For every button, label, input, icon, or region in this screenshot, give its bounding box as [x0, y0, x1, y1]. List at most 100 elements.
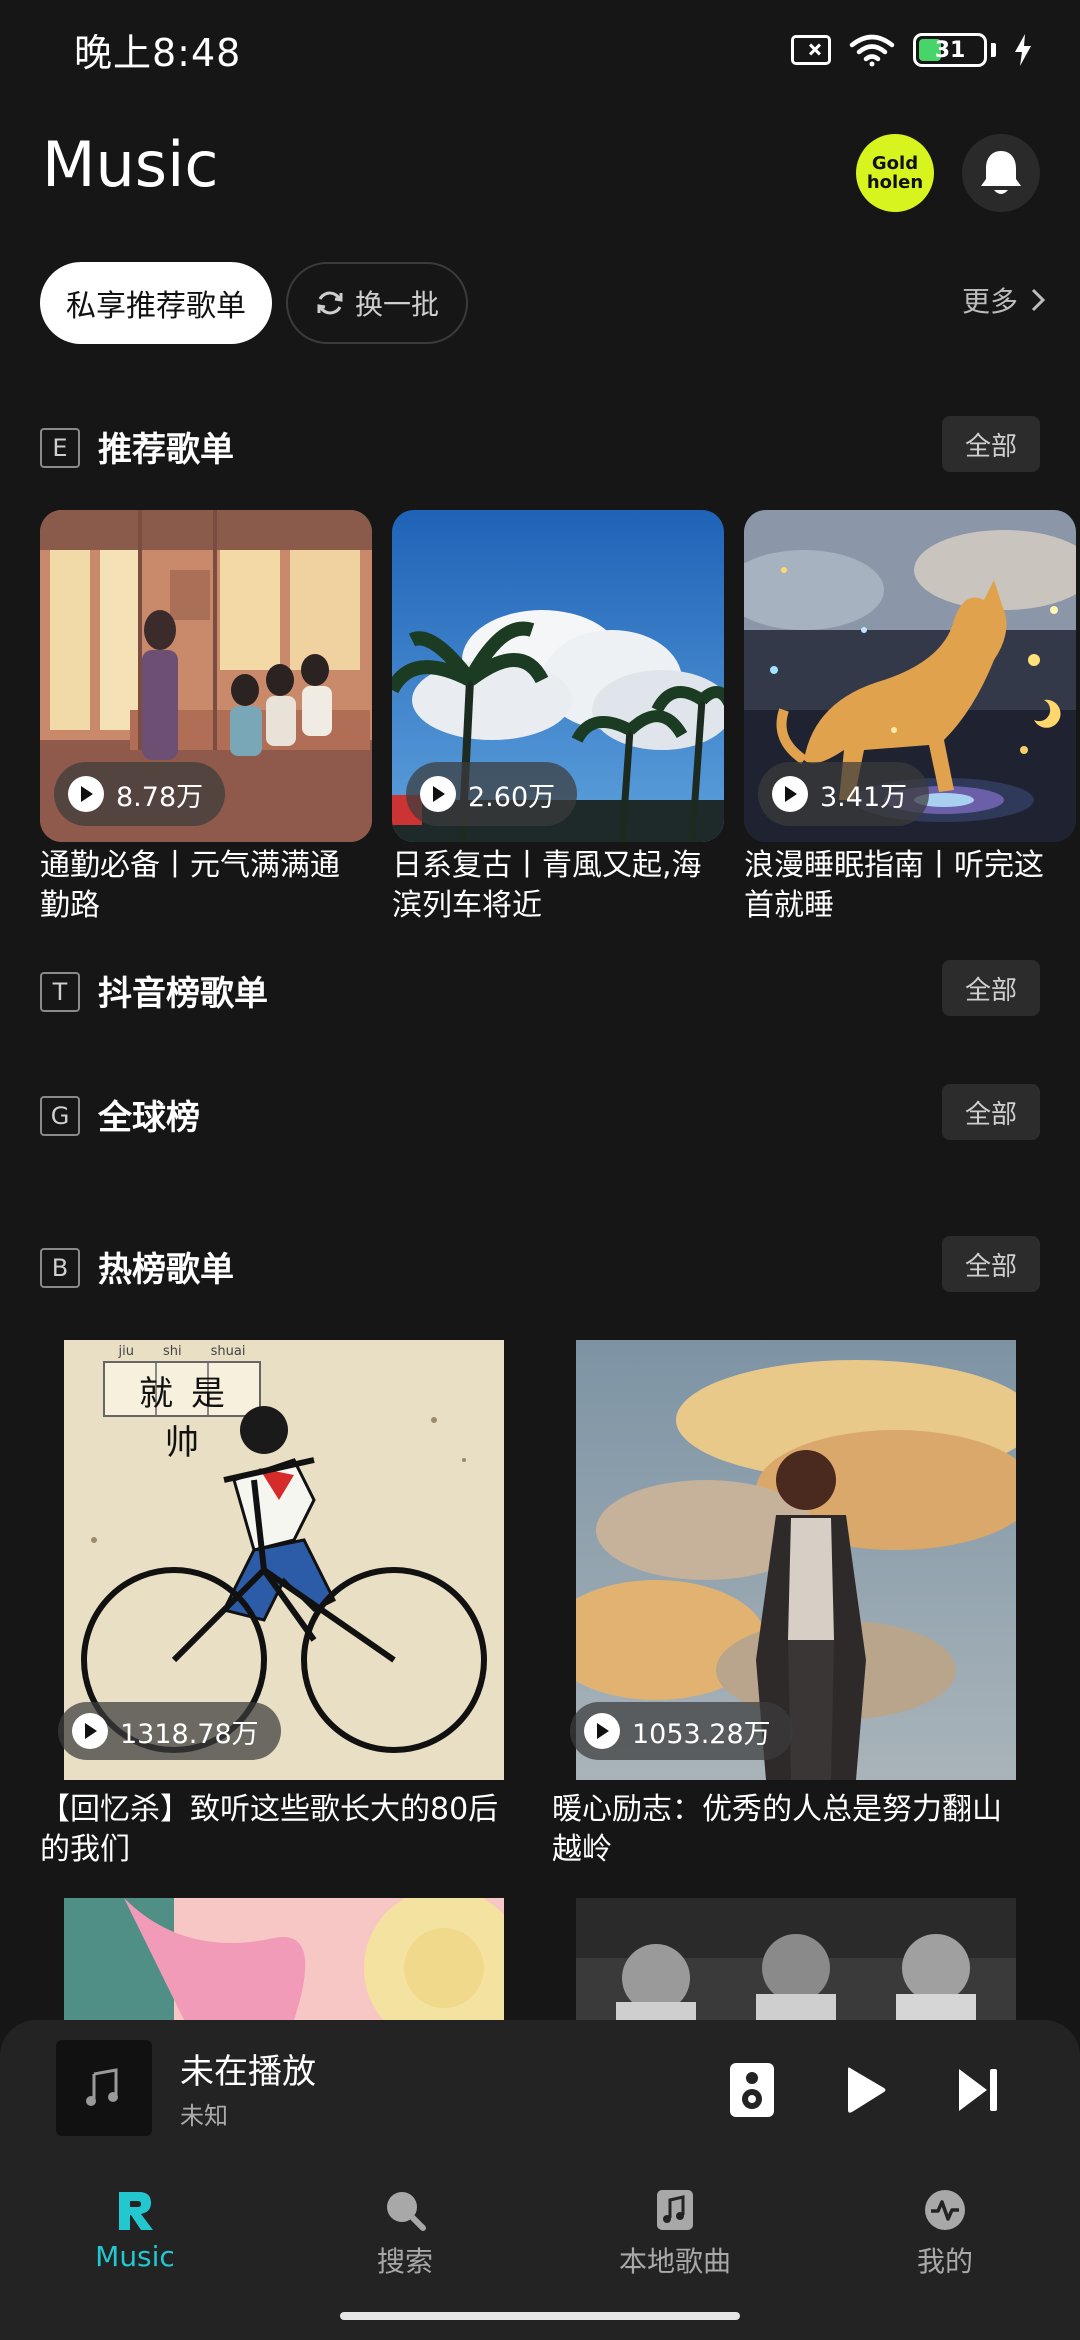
status-bar: 晚上8:48 31 — [0, 0, 1080, 96]
play-count-badge: 1053.28万 — [570, 1702, 793, 1760]
notifications-button[interactable] — [962, 134, 1040, 212]
playlist-title: 通勤必备丨元气满满通 勤路 — [40, 846, 380, 926]
playlist-title-line2: 越岭 — [552, 1832, 612, 1867]
play-count-badge: 8.78万 — [54, 762, 226, 826]
cover-pinyin: shi — [162, 1344, 182, 1359]
section-global: G 全球榜 全部 — [40, 1084, 1040, 1140]
play-icon — [772, 776, 808, 812]
status-time: 晚上8:48 — [74, 31, 242, 75]
battery-level: 31 — [934, 37, 966, 63]
cover-pinyin: shuai — [210, 1344, 246, 1359]
tab-label: 搜索 — [376, 2245, 433, 2278]
no-sim-icon — [791, 35, 831, 65]
battery-icon: 31 — [913, 33, 987, 67]
play-count: 1318.78万 — [120, 1718, 259, 1750]
home-indicator[interactable] — [340, 2312, 740, 2320]
tab-label: Music — [95, 2240, 175, 2273]
status-icons: 31 — [791, 28, 1032, 72]
play-count: 3.41万 — [820, 781, 908, 813]
play-icon — [420, 776, 456, 812]
more-link[interactable]: 更多 — [962, 280, 1046, 320]
mini-player[interactable]: 未在播放 未知 — [0, 2020, 1080, 2180]
playlist-card[interactable]: jiu shi shuai 就是帅 1318.78万 【回忆杀】致听这些歌长大的… — [40, 1340, 520, 1880]
playlist-title-line2: 首就睡 — [744, 888, 834, 923]
playlist-title: 【回忆杀】致听这些歌长大的80后 的我们 — [40, 1790, 520, 1870]
refresh-label: 换一批 — [354, 288, 439, 321]
play-icon — [584, 1713, 620, 1749]
section-recommended: E 推荐歌单 全部 — [40, 416, 1040, 472]
vip-badge-line2: holen — [866, 172, 924, 193]
view-all-button[interactable]: 全部 — [942, 1236, 1040, 1292]
bell-icon — [981, 151, 1021, 194]
cover-pinyin-row: jiu shi shuai — [104, 1344, 260, 1359]
section-hot: B 热榜歌单 全部 — [40, 1236, 1040, 1292]
cover-text: 就是帅 — [139, 1374, 243, 1463]
music-logo-icon — [119, 2192, 153, 2230]
refresh-chip[interactable]: 换一批 — [286, 262, 468, 344]
section-title: 推荐歌单 — [98, 430, 234, 470]
section-letter: B — [40, 1248, 80, 1288]
playlist-title-line1: 日系复古丨青風又起,海 — [392, 848, 702, 883]
play-count: 1053.28万 — [632, 1718, 771, 1750]
mini-player-cover — [56, 2040, 152, 2136]
view-all-button[interactable]: 全部 — [942, 416, 1040, 472]
tab-label: 我的 — [916, 2245, 973, 2278]
playlist-card[interactable]: 8.78万 通勤必备丨元气满满通 勤路 — [40, 510, 372, 930]
tab-mine[interactable]: 我的 — [845, 2188, 1045, 2280]
play-count-badge: 3.41万 — [758, 762, 930, 826]
next-button[interactable] — [948, 2060, 1008, 2120]
vip-badge-line1: Gold — [871, 153, 919, 174]
tab-label: 本地歌曲 — [618, 2245, 731, 2278]
play-icon — [68, 776, 104, 812]
playlist-title: 日系复古丨青風又起,海 滨列车将近 — [392, 846, 732, 926]
vip-badge[interactable]: Gold holen — [856, 134, 934, 212]
playlist-card[interactable] — [64, 1898, 504, 2020]
skip-next-icon — [959, 2069, 997, 2111]
playlist-title-line2: 的我们 — [40, 1832, 130, 1867]
music-file-icon — [657, 2190, 693, 2230]
cover-pinyin: jiu — [118, 1344, 134, 1359]
wifi-icon — [849, 34, 895, 67]
play-count: 8.78万 — [116, 781, 204, 813]
playlist-title-line1: 浪漫睡眠指南丨听完这 — [744, 848, 1044, 883]
playlist-card[interactable]: 1053.28万 暖心励志：优秀的人总是努力翻山 越岭 — [552, 1340, 1042, 1880]
page-title: Music — [42, 128, 219, 201]
section-letter: T — [40, 972, 80, 1012]
playlist-title: 暖心励志：优秀的人总是努力翻山 越岭 — [552, 1790, 1042, 1870]
playlist-cover — [576, 1898, 1016, 2020]
now-playing-title: 未在播放 — [180, 2052, 316, 2092]
play-count: 2.60万 — [468, 781, 556, 813]
playlist-cover — [64, 1898, 504, 2020]
section-title: 全球榜 — [98, 1098, 200, 1138]
speaker-icon — [730, 2063, 774, 2117]
section-douyin: T 抖音榜歌单 全部 — [40, 960, 1040, 1016]
playlist-card[interactable]: 3.41万 浪漫睡眠指南丨听完这 首就睡 — [744, 510, 1080, 930]
search-icon — [387, 2192, 426, 2231]
play-button[interactable] — [836, 2060, 896, 2120]
speaker-button[interactable] — [722, 2060, 782, 2120]
chevron-right-icon — [1031, 288, 1046, 312]
playlist-title-line2: 勤路 — [40, 888, 100, 923]
playlist-title-line1: 通勤必备丨元气满满通 — [40, 848, 340, 883]
section-title: 热榜歌单 — [98, 1250, 234, 1290]
playlist-card[interactable]: 2.60万 日系复古丨青風又起,海 滨列车将近 — [392, 510, 724, 930]
tab-music[interactable]: Music — [35, 2188, 235, 2273]
section-title: 抖音榜歌单 — [98, 974, 268, 1014]
music-note-icon — [86, 2068, 118, 2106]
play-icon — [72, 1713, 108, 1749]
more-label: 更多 — [961, 285, 1018, 318]
play-icon — [848, 2067, 886, 2113]
refresh-icon — [317, 291, 343, 315]
activity-icon — [925, 2190, 965, 2230]
now-playing-artist: 未知 — [180, 2102, 228, 2130]
playlist-title-line2: 滨列车将近 — [392, 888, 542, 923]
playlist-title-line1: 暖心励志：优秀的人总是努力翻山 — [552, 1792, 1002, 1827]
playlist-title: 浪漫睡眠指南丨听完这 首就睡 — [744, 846, 1080, 926]
tab-search[interactable]: 搜索 — [305, 2188, 505, 2280]
tab-local-songs[interactable]: 本地歌曲 — [575, 2188, 775, 2280]
playlist-card[interactable] — [576, 1898, 1016, 2020]
private-playlist-chip[interactable]: 私享推荐歌单 — [40, 262, 272, 344]
view-all-button[interactable]: 全部 — [942, 960, 1040, 1016]
view-all-button[interactable]: 全部 — [942, 1084, 1040, 1140]
play-count-badge: 1318.78万 — [58, 1702, 281, 1760]
